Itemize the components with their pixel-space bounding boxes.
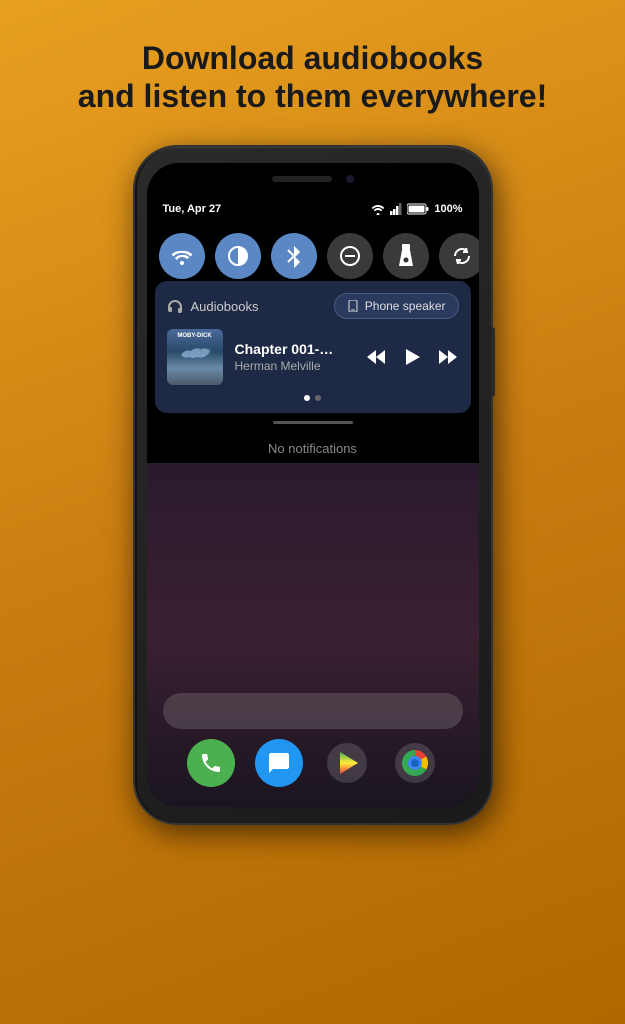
qs-bluetooth-button[interactable] xyxy=(271,233,317,279)
rewind-button[interactable] xyxy=(365,346,387,368)
no-notifications-label: No notifications xyxy=(147,441,479,456)
notif-app-name-row: Audiobooks xyxy=(167,299,259,314)
phone-speaker-label: Phone speaker xyxy=(365,299,446,313)
status-right: 100% xyxy=(371,203,462,215)
book-cover-title: MOBY-DICK xyxy=(177,333,211,340)
phone-dock xyxy=(147,739,479,787)
play-button[interactable] xyxy=(401,346,423,368)
headline-section: Download audiobooks and listen to them e… xyxy=(48,40,577,115)
qs-flashlight-button[interactable] xyxy=(383,233,429,279)
qs-display-button[interactable] xyxy=(215,233,261,279)
dock-messages-button[interactable] xyxy=(255,739,303,787)
headphones-icon xyxy=(167,299,183,313)
phone-wallpaper xyxy=(147,463,479,807)
phone-side-button xyxy=(491,327,495,397)
notif-header: Audiobooks Phone speaker xyxy=(167,293,459,319)
phone-mockup: Tue, Apr 27 xyxy=(133,145,493,825)
signal-icon xyxy=(390,203,402,215)
notif-app-name-label: Audiobooks xyxy=(191,299,259,314)
headline-line1: Download audiobooks xyxy=(78,40,547,77)
battery-icon xyxy=(407,203,429,215)
phone-top-bar xyxy=(147,163,479,195)
playback-controls xyxy=(365,346,459,368)
track-author: Herman Melville xyxy=(235,359,353,373)
qs-wifi-button[interactable] xyxy=(159,233,205,279)
notif-content-row: MOBY-DICK Chapter 001-… Herman xyxy=(167,329,459,385)
page-dots xyxy=(167,395,459,401)
swipe-handle xyxy=(273,421,353,424)
whale-icon xyxy=(179,341,211,361)
fast-forward-button[interactable] xyxy=(437,346,459,368)
track-info: Chapter 001-… Herman Melville xyxy=(235,341,353,373)
phone-camera-dot xyxy=(346,175,354,183)
google-search-bar[interactable] xyxy=(163,693,463,729)
track-name: Chapter 001-… xyxy=(235,341,353,357)
phone-speaker-button[interactable]: Phone speaker xyxy=(334,293,459,319)
qs-dnd-button[interactable] xyxy=(327,233,373,279)
quick-settings-row xyxy=(147,223,479,289)
audiobook-notification-card[interactable]: Audiobooks Phone speaker MOBY-DICK xyxy=(155,281,471,413)
phone-speaker-notch xyxy=(272,176,332,182)
qs-rotate-button[interactable] xyxy=(439,233,479,279)
dock-playstore-button[interactable] xyxy=(323,739,371,787)
dot-1 xyxy=(304,395,310,401)
dock-phone-button[interactable] xyxy=(187,739,235,787)
book-cover-art: MOBY-DICK xyxy=(167,329,223,385)
phone-screen: Tue, Apr 27 xyxy=(147,163,479,807)
status-bar: Tue, Apr 27 xyxy=(147,195,479,223)
battery-percent: 100% xyxy=(434,203,462,215)
wifi-icon xyxy=(371,203,385,215)
dock-chrome-button[interactable] xyxy=(391,739,439,787)
phone-icon xyxy=(347,300,359,312)
dot-2 xyxy=(315,395,321,401)
status-time: Tue, Apr 27 xyxy=(163,203,222,215)
headline-line2: and listen to them everywhere! xyxy=(78,77,547,115)
